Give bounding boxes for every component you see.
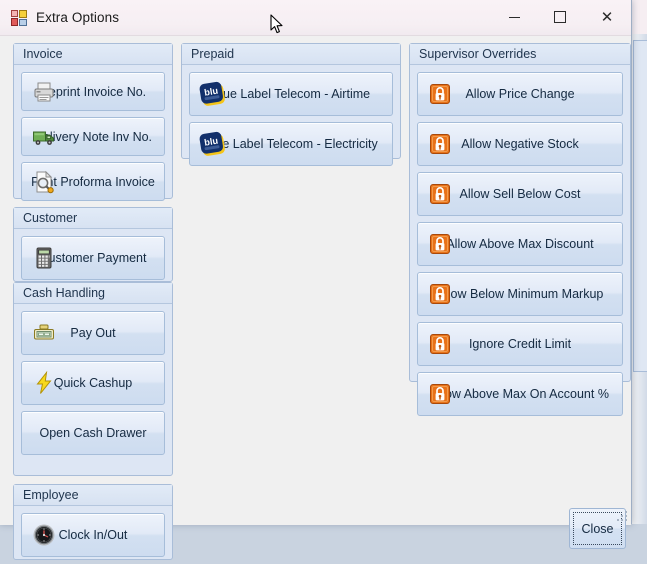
group-cash-handling-title: Cash Handling: [14, 283, 172, 304]
group-prepaid-title: Prepaid: [182, 44, 400, 65]
group-customer-body: Customer Payment: [14, 229, 172, 287]
open-cash-drawer-button[interactable]: Open Cash Drawer: [21, 411, 165, 455]
maximize-icon: [554, 11, 566, 23]
open-cash-drawer-label: Open Cash Drawer: [22, 426, 164, 440]
group-employee-title: Employee: [14, 485, 172, 506]
allow-below-minimum-markup-button[interactable]: Allow Below Minimum Markup: [417, 272, 623, 316]
group-prepaid: Prepaid blu Blue Label Telec: [181, 43, 401, 159]
cash-register-icon: [32, 321, 56, 345]
background-window-titlebar: [631, 0, 647, 34]
resize-grip[interactable]: [616, 510, 628, 522]
group-invoice: Invoice Reprint Invoice No.: [13, 43, 173, 199]
group-cash-handling-body: Pay Out Quick Cashup Open Cash Drawer: [14, 304, 172, 462]
blue-label-airtime-button[interactable]: blu Blue Label Telecom - Airtime: [189, 72, 393, 116]
group-employee: Employee: [13, 484, 173, 560]
extra-options-dialog: Extra Options ✕ Invoice: [0, 0, 632, 524]
padlock-icon: [428, 332, 452, 356]
minimize-button[interactable]: [491, 0, 537, 34]
group-supervisor-overrides-body: Allow Price Change Allow Negative: [410, 65, 630, 423]
lightning-bolt-icon: [32, 371, 56, 395]
print-proforma-button[interactable]: Print Proforma Invoice: [21, 162, 165, 201]
minimize-icon: [509, 17, 520, 18]
clock-in-out-button[interactable]: Clock In/Out: [21, 513, 165, 557]
allow-price-change-button[interactable]: Allow Price Change: [417, 72, 623, 116]
close-icon: ✕: [601, 10, 614, 25]
delivery-note-button[interactable]: Delivery Note Inv No.: [21, 117, 165, 156]
focus-rectangle: [573, 512, 622, 545]
group-invoice-title: Invoice: [14, 44, 172, 65]
window-controls: ✕: [491, 0, 631, 34]
app-grid-icon: [11, 10, 27, 26]
group-customer-title: Customer: [14, 208, 172, 229]
group-customer: Customer: [13, 207, 173, 282]
group-supervisor-overrides-title: Supervisor Overrides: [410, 44, 630, 65]
padlock-icon: [428, 232, 452, 256]
allow-above-max-on-account-button[interactable]: Allow Above Max On Account %: [417, 372, 623, 416]
reprint-invoice-button[interactable]: Reprint Invoice No.: [21, 72, 165, 111]
dialog-client-area: Invoice Reprint Invoice No.: [0, 36, 631, 525]
close-window-button[interactable]: ✕: [583, 0, 631, 34]
blu-logo-icon: blu: [198, 79, 228, 109]
padlock-icon: [428, 82, 452, 106]
blu-logo-icon: blu: [198, 129, 228, 159]
allow-sell-below-cost-button[interactable]: Allow Sell Below Cost: [417, 172, 623, 216]
group-supervisor-overrides: Supervisor Overrides Allow Price Ch: [409, 43, 631, 382]
printer-icon: [32, 80, 56, 104]
padlock-icon: [428, 132, 452, 156]
group-employee-body: Clock In/Out: [14, 506, 172, 564]
delivery-truck-icon: [32, 125, 56, 149]
group-prepaid-body: blu Blue Label Telecom - Airtime: [182, 65, 400, 173]
calculator-icon: [32, 246, 56, 270]
customer-payment-button[interactable]: Customer Payment: [21, 236, 165, 280]
background-window-body: [633, 40, 647, 372]
quick-cashup-button[interactable]: Quick Cashup: [21, 361, 165, 405]
ignore-credit-limit-button[interactable]: Ignore Credit Limit: [417, 322, 623, 366]
padlock-icon: [428, 382, 452, 406]
group-invoice-body: Reprint Invoice No. Delivery Note: [14, 65, 172, 208]
padlock-icon: [428, 182, 452, 206]
padlock-icon: [428, 282, 452, 306]
blue-label-electricity-button[interactable]: blu Blue Label Telecom - Electricity: [189, 122, 393, 166]
allow-above-max-discount-button[interactable]: Allow Above Max Discount: [417, 222, 623, 266]
pay-out-button[interactable]: Pay Out: [21, 311, 165, 355]
maximize-button[interactable]: [537, 0, 583, 34]
titlebar[interactable]: Extra Options ✕: [0, 0, 631, 36]
allow-negative-stock-button[interactable]: Allow Negative Stock: [417, 122, 623, 166]
group-cash-handling: Cash Handling Pay Out: [13, 282, 173, 476]
print-preview-icon: [32, 170, 56, 194]
clock-icon: [32, 523, 56, 547]
background-window[interactable]: [630, 0, 647, 524]
window-title: Extra Options: [36, 10, 119, 25]
